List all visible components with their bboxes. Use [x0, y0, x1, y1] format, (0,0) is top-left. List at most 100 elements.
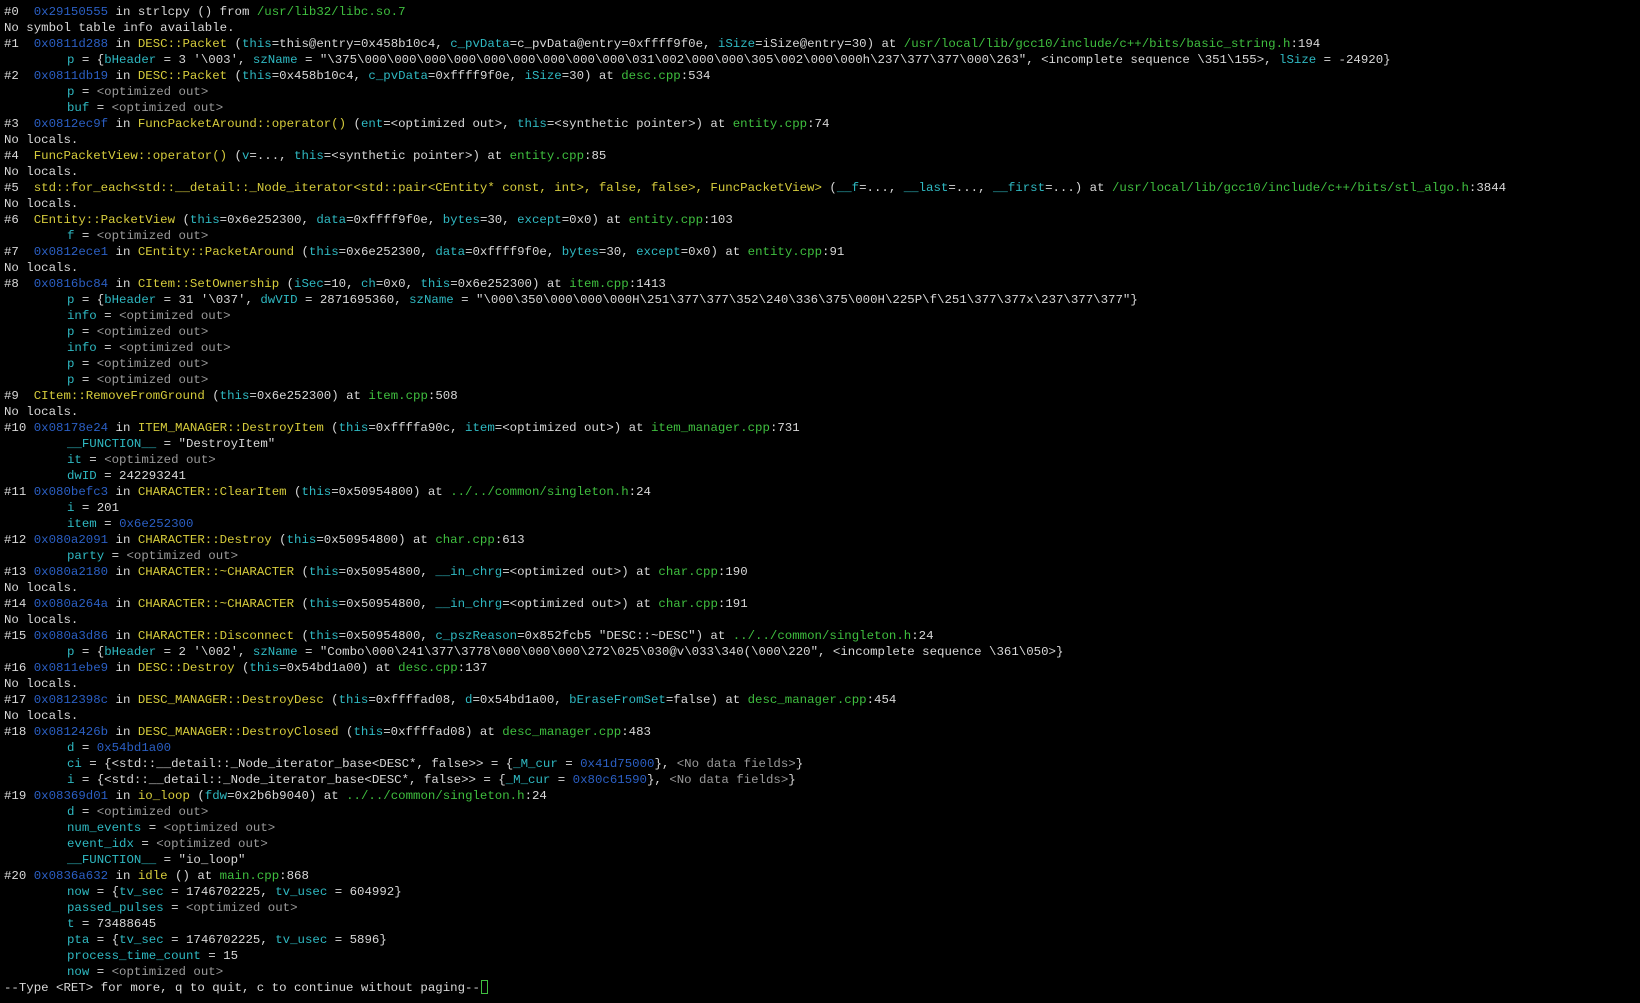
output-text: = [96, 341, 120, 355]
local-variable-line: passed_pulses = <optimized out> [4, 900, 1640, 916]
backtrace-line: No symbol table info available. [4, 20, 1640, 36]
source-file: item.cpp [569, 277, 629, 291]
backtrace-line: No locals. [4, 708, 1640, 724]
function-name: CEntity::PacketView [33, 213, 176, 227]
output-text: No locals. [4, 581, 79, 595]
backtrace-line: #1 0x0811d288 in DESC::Packet (this=this… [4, 36, 1640, 52]
local-variable-line: f = <optimized out> [4, 228, 1640, 244]
variable-name: event_idx [67, 837, 134, 851]
optimized-out-text: <No data fields> [669, 773, 789, 787]
output-text: ( [294, 565, 309, 579]
output-text: =0x50954800) at [316, 533, 436, 547]
terminal-window[interactable]: { "terminal": { "colors": { "background"… [0, 0, 1640, 1003]
source-file: /usr/local/lib/gcc10/include/c++/bits/st… [1111, 181, 1469, 195]
backtrace-line: #15 0x080a3d86 in CHARACTER::Disconnect … [4, 628, 1640, 644]
output-text: :191 [717, 597, 748, 611]
variable-name: pta [67, 933, 90, 947]
function-name: ITEM_MANAGER::DestroyItem [137, 421, 324, 435]
optimized-out-text: <optimized out> [119, 341, 231, 355]
frame-address: 0x080a3d86 [33, 629, 109, 643]
output-text: =<optimized out>) at [502, 597, 659, 611]
output-text: :91 [822, 245, 845, 259]
output-text: in [108, 565, 138, 579]
output-text: =0x6e252300, [338, 245, 436, 259]
variable-name: bytes [442, 213, 480, 227]
backtrace-line: #3 0x0812ec9f in FuncPacketAround::opera… [4, 116, 1640, 132]
optimized-out-text: <No data fields> [676, 757, 796, 771]
variable-name: this [286, 533, 317, 547]
optimized-out-text: <optimized out> [163, 821, 276, 835]
variable-name: now [67, 885, 90, 899]
backtrace-line: #12 0x080a2091 in CHARACTER::Destroy (th… [4, 532, 1640, 548]
source-file: item_manager.cpp [650, 421, 770, 435]
output-text: = [74, 357, 97, 371]
output-text: in [108, 661, 138, 675]
output-text: =0x6e252300) at [450, 277, 570, 291]
function-name: DESC::Packet [137, 69, 228, 83]
local-variable-line: info = <optimized out> [4, 308, 1640, 324]
output-text: =0x458b10c4, [271, 69, 369, 83]
text-cursor[interactable] [480, 980, 488, 994]
output-text: #14 [4, 597, 34, 611]
output-text: :613 [494, 533, 525, 547]
frame-address: 0x0811ebe9 [33, 661, 109, 675]
function-name: DESC::Packet [137, 37, 228, 51]
output-text: =0xffffad08, [368, 693, 466, 707]
output-text: No locals. [4, 677, 79, 691]
function-name: CHARACTER::~CHARACTER [137, 597, 295, 611]
output-text: #20 [4, 869, 34, 883]
frame-address: 0x0812ec9f [33, 117, 109, 131]
optimized-out-text: <optimized out> [96, 325, 209, 339]
frame-address: 0x0812ece1 [33, 245, 109, 259]
output-text: =c_pvData@entry=0xffff9f0e, [509, 37, 718, 51]
variable-name: szName [409, 293, 454, 307]
backtrace-line: No locals. [4, 196, 1640, 212]
frame-address: 0x0816bc84 [33, 277, 109, 291]
output-text: =0x2b6b9040) at [227, 789, 347, 803]
variable-name: now [67, 965, 90, 979]
source-file: ../../common/singleton.h [346, 789, 525, 803]
output-text: #10 [4, 421, 34, 435]
output-text: =0xffffad08) at [383, 725, 503, 739]
output-text: #15 [4, 629, 34, 643]
optimized-out-text: <optimized out> [96, 805, 209, 819]
frame-address: 0x80c61590 [572, 773, 647, 787]
output-text: = "io_loop" [156, 853, 246, 867]
output-text: No symbol table info available. [4, 21, 235, 35]
variable-name: __in_chrg [435, 597, 503, 611]
output-text: ( [227, 37, 242, 51]
frame-address: 0x080a2091 [33, 533, 109, 547]
variable-name: fdw [204, 789, 228, 803]
local-variable-line: i = 201 [4, 500, 1640, 516]
output-text: = 2 '\002', [156, 645, 253, 659]
variable-name: this [219, 389, 250, 403]
output-text: =0xffff9f0e, [346, 213, 443, 227]
function-name: CHARACTER::ClearItem [137, 485, 287, 499]
variable-name: this [308, 597, 339, 611]
output-text: = 31 '\037', [156, 293, 261, 307]
output-text: = [74, 229, 97, 243]
output-text: =this@entry=0x458b10c4, [271, 37, 451, 51]
output-text: =..., [249, 149, 295, 163]
backtrace-line: #13 0x080a2180 in CHARACTER::~CHARACTER … [4, 564, 1640, 580]
output-text: = { [74, 53, 105, 67]
variable-name: _M_cur [505, 773, 551, 787]
source-file: /usr/lib32/libc.so.7 [256, 5, 406, 19]
local-variable-line: event_idx = <optimized out> [4, 836, 1640, 852]
output-text: #11 [4, 485, 34, 499]
source-file: char.cpp [658, 565, 718, 579]
local-variable-line: ci = {<std::__detail::_Node_iterator_bas… [4, 756, 1640, 772]
function-name: DESC_MANAGER::DestroyDesc [137, 693, 324, 707]
optimized-out-text: <optimized out> [104, 453, 216, 467]
variable-name: passed_pulses [67, 901, 164, 915]
function-name: DESC_MANAGER::DestroyClosed [137, 725, 339, 739]
output-text: = { [74, 293, 105, 307]
output-text: =...) at [1045, 181, 1112, 195]
backtrace-line: #20 0x0836a632 in idle () at main.cpp:86… [4, 868, 1640, 884]
output-text: =10, [323, 277, 361, 291]
output-text: = [74, 741, 97, 755]
frame-address: 0x0812426b [33, 725, 109, 739]
output-text: =0x0) at [561, 213, 629, 227]
variable-name: szName [252, 53, 298, 67]
source-file: desc.cpp [621, 69, 681, 83]
